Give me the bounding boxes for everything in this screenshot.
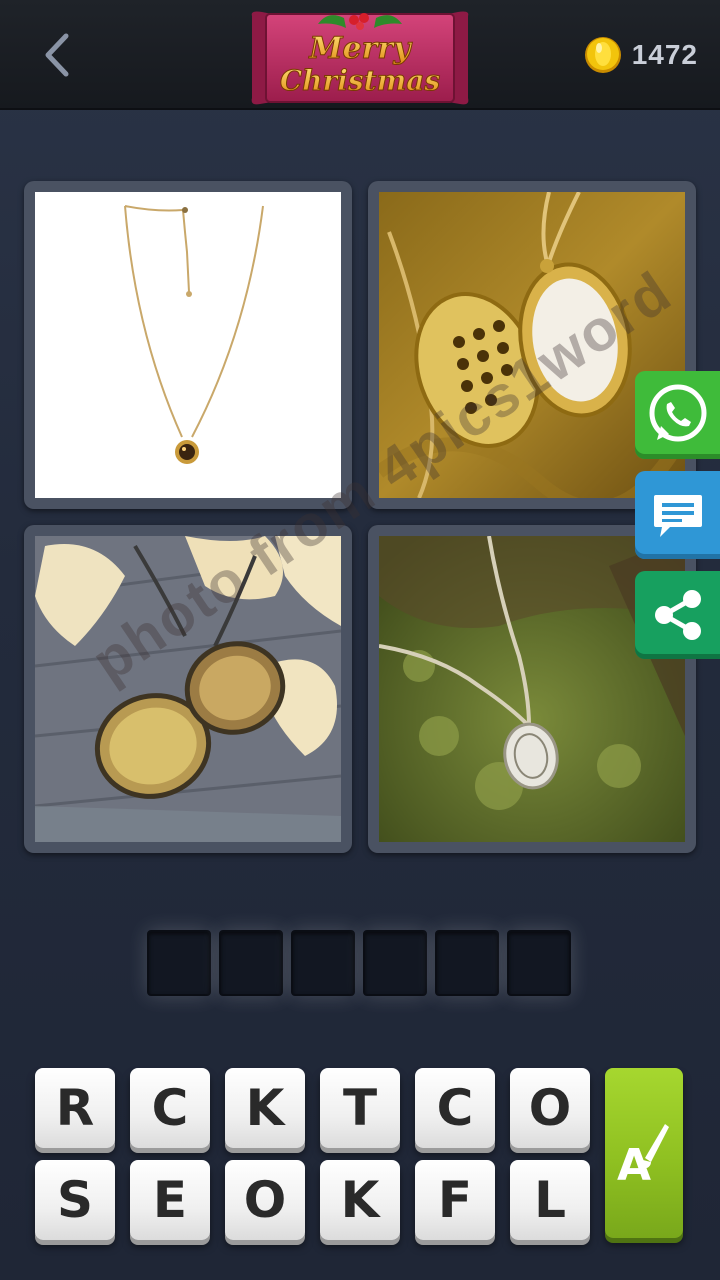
letter-key[interactable]: R xyxy=(35,1068,115,1148)
necklace-pendant-image xyxy=(35,192,341,498)
banner-line1: Merry xyxy=(308,31,413,66)
letter-key[interactable]: E xyxy=(130,1160,210,1240)
back-button[interactable] xyxy=(36,30,80,80)
coin-icon xyxy=(584,37,621,73)
chevron-left-icon xyxy=(45,33,69,77)
coin-count: 1472 xyxy=(631,39,698,70)
message-button[interactable] xyxy=(635,471,720,559)
picture-tile-1[interactable] xyxy=(24,181,352,509)
merry-christmas-banner: Merry Christmas xyxy=(248,6,472,110)
coin-balance[interactable]: 1472 xyxy=(584,32,698,78)
banner-line2: Christmas xyxy=(280,64,440,97)
letter-key[interactable]: O xyxy=(225,1160,305,1240)
letter-key[interactable]: F xyxy=(415,1160,495,1240)
letter-key[interactable]: K xyxy=(320,1160,400,1240)
letter-key[interactable]: K xyxy=(225,1068,305,1148)
answer-slots xyxy=(147,930,571,996)
message-icon xyxy=(653,495,702,537)
letter-key[interactable]: O xyxy=(510,1068,590,1148)
whatsapp-button[interactable] xyxy=(635,371,720,459)
letter-key[interactable]: C xyxy=(130,1068,210,1148)
answer-slot[interactable] xyxy=(363,930,427,996)
answer-slot[interactable] xyxy=(219,930,283,996)
whatsapp-icon xyxy=(649,384,706,442)
picture-tile-2[interactable] xyxy=(368,181,696,509)
answer-slot[interactable] xyxy=(147,930,211,996)
top-bar: Merry Christmas 1472 xyxy=(0,0,720,110)
answer-slot[interactable] xyxy=(291,930,355,996)
letter-key[interactable]: S xyxy=(35,1160,115,1240)
share-icon xyxy=(654,590,701,640)
share-button[interactable] xyxy=(635,571,720,659)
answer-slot[interactable] xyxy=(435,930,499,996)
letter-key[interactable]: T xyxy=(320,1068,400,1148)
letter-key[interactable]: L xyxy=(510,1160,590,1240)
answer-slot[interactable] xyxy=(507,930,571,996)
letter-key[interactable]: C xyxy=(415,1068,495,1148)
locket-on-wood-image xyxy=(35,536,341,842)
picture-tile-3[interactable] xyxy=(24,525,352,853)
paintbrush-a-icon: A xyxy=(617,1124,669,1188)
hint-button[interactable]: A xyxy=(605,1068,683,1238)
